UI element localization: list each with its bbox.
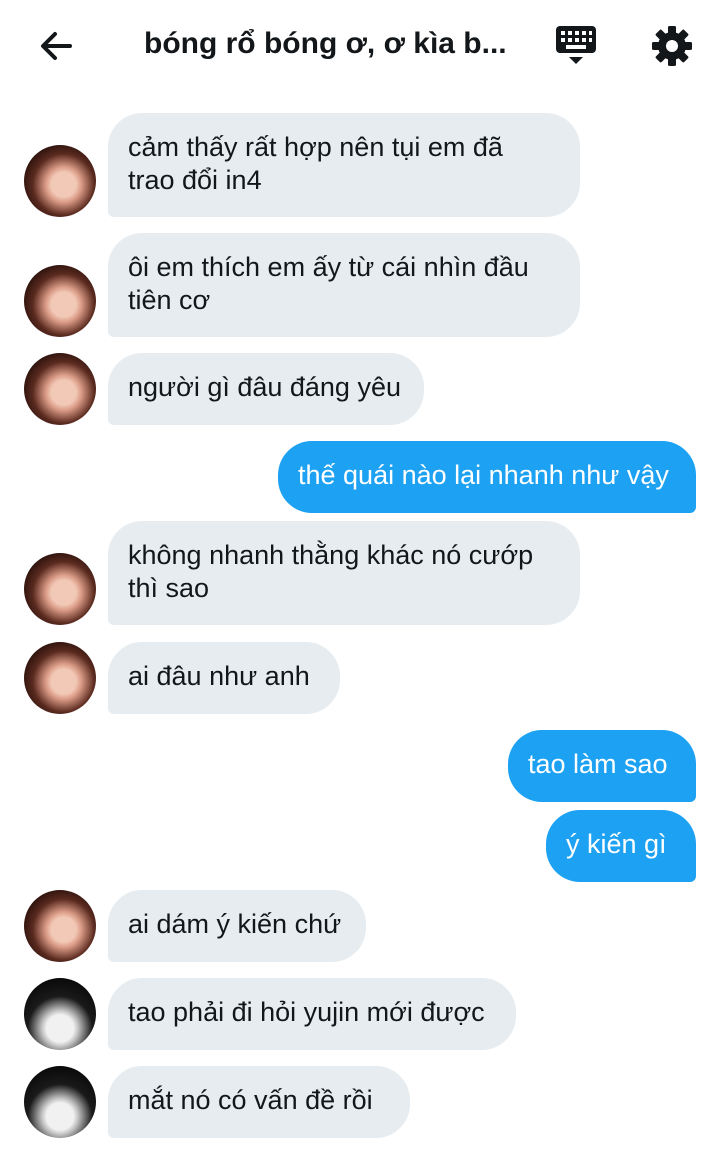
- message-bubble[interactable]: ai đâu như anh: [108, 642, 340, 714]
- message-bubble[interactable]: tao phải đi hỏi yujin mới được: [108, 978, 516, 1050]
- keyboard-button[interactable]: [554, 26, 598, 66]
- message-incoming: cảm thấy rất hợp nên tụi em đã trao đổi …: [0, 113, 720, 217]
- chat-header: bóng rổ bóng ơ, ơ kìa b...: [0, 0, 720, 88]
- arrow-left-icon: [41, 32, 72, 60]
- message-incoming: người gì đâu đáng yêu: [0, 353, 720, 425]
- message-incoming: ai dám ý kiến chứ: [0, 890, 720, 962]
- message-outgoing: ý kiến gì: [0, 810, 720, 882]
- message-text: thế quái nào lại nhanh như vậy: [298, 460, 669, 490]
- keyboard-icon: [556, 26, 596, 64]
- message-text: ai đâu như anh: [128, 661, 310, 691]
- message-bubble[interactable]: tao làm sao: [508, 730, 696, 802]
- message-bubble[interactable]: thế quái nào lại nhanh như vậy: [278, 441, 696, 513]
- avatar[interactable]: [24, 145, 96, 217]
- message-bubble[interactable]: người gì đâu đáng yêu: [108, 353, 424, 425]
- avatar[interactable]: [24, 978, 96, 1050]
- conversation-title: bóng rổ bóng ơ, ơ kìa b...: [144, 27, 507, 60]
- message-incoming: ai đâu như anh: [0, 642, 720, 714]
- message-text: ôi em thích em ấy từ cái nhìn đầu tiên c…: [128, 252, 529, 315]
- message-text: cảm thấy rất hợp nên tụi em đã trao đổi …: [128, 132, 503, 195]
- message-incoming: tao phải đi hỏi yujin mới được: [0, 978, 720, 1050]
- message-bubble[interactable]: ý kiến gì: [546, 810, 696, 882]
- back-button[interactable]: [36, 26, 76, 66]
- avatar[interactable]: [24, 890, 96, 962]
- message-text: tao phải đi hỏi yujin mới được: [128, 997, 485, 1027]
- message-text: mắt nó có vấn đề rồi: [128, 1085, 373, 1115]
- message-bubble[interactable]: cảm thấy rất hợp nên tụi em đã trao đổi …: [108, 113, 580, 217]
- message-text: không nhanh thằng khác nó cướp thì sao: [128, 540, 534, 603]
- message-text: người gì đâu đáng yêu: [128, 372, 401, 402]
- message-text: tao làm sao: [528, 749, 668, 779]
- avatar[interactable]: [24, 642, 96, 714]
- message-incoming: không nhanh thằng khác nó cướp thì sao: [0, 521, 720, 625]
- settings-button[interactable]: [650, 24, 694, 68]
- avatar[interactable]: [24, 1066, 96, 1138]
- message-text: ai dám ý kiến chứ: [128, 909, 342, 939]
- message-bubble[interactable]: mắt nó có vấn đề rồi: [108, 1066, 410, 1138]
- avatar[interactable]: [24, 553, 96, 625]
- message-outgoing: tao làm sao: [0, 730, 720, 802]
- message-outgoing: thế quái nào lại nhanh như vậy: [0, 441, 720, 513]
- avatar[interactable]: [24, 265, 96, 337]
- gear-icon: [652, 26, 692, 66]
- avatar[interactable]: [24, 353, 96, 425]
- message-incoming: mắt nó có vấn đề rồi: [0, 1066, 720, 1138]
- message-bubble[interactable]: ôi em thích em ấy từ cái nhìn đầu tiên c…: [108, 233, 580, 337]
- message-incoming: ôi em thích em ấy từ cái nhìn đầu tiên c…: [0, 233, 720, 337]
- message-bubble[interactable]: ai dám ý kiến chứ: [108, 890, 366, 962]
- message-bubble[interactable]: không nhanh thằng khác nó cướp thì sao: [108, 521, 580, 625]
- message-text: ý kiến gì: [566, 829, 667, 859]
